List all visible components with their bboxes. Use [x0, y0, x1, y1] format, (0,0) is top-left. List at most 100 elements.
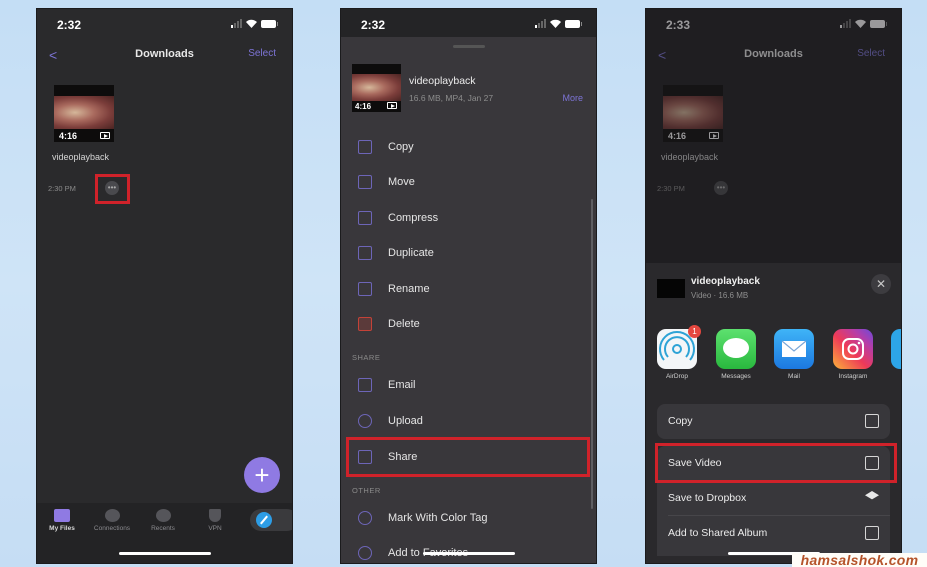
file-meta: 16.6 MB, MP4, Jan 27 [409, 93, 494, 103]
menu-copy[interactable]: Copy [341, 130, 596, 164]
menu-label: Move [388, 176, 415, 188]
menu-rename[interactable]: Rename [341, 272, 596, 306]
tab-bar: My Files Connections Recents VPN [37, 503, 292, 563]
app-label: Mail [788, 373, 800, 380]
add-button[interactable]: + [244, 457, 280, 493]
copy-icon [358, 140, 372, 154]
video-icon [100, 132, 110, 139]
app-label: AirDrop [665, 373, 689, 380]
status-time: 2:32 [361, 18, 386, 32]
status-bar: 2:32 [341, 9, 596, 37]
highlight-box [346, 437, 590, 477]
menu-label: Duplicate [388, 247, 434, 259]
upload-cloud-icon [358, 414, 372, 428]
folder-icon [54, 509, 70, 522]
action-label: Add to Shared Album [668, 527, 768, 539]
tab-vpn[interactable]: VPN [190, 509, 240, 532]
menu-move[interactable]: Move [341, 165, 596, 199]
share-title: videoplayback [691, 276, 760, 287]
phone-screen-share-sheet: 2:33 < Downloads Select 4:16 videoplayba… [645, 8, 902, 564]
battery-icon [565, 19, 582, 28]
wifi-icon [550, 19, 561, 28]
email-icon [358, 378, 372, 392]
status-icons [231, 19, 278, 28]
signal-icon [231, 19, 242, 28]
menu-duplicate[interactable]: Duplicate [341, 236, 596, 270]
highlight-box [655, 443, 897, 483]
scrollbar[interactable] [591, 199, 593, 509]
action-save-dropbox[interactable]: Save to Dropbox [657, 481, 890, 515]
menu-label: Compress [388, 212, 439, 224]
thumbnail-image [352, 73, 401, 102]
shared-album-icon [865, 526, 879, 540]
move-icon [358, 175, 372, 189]
status-bar: 2:33 [646, 9, 901, 41]
sheet-grabber[interactable] [452, 45, 485, 48]
tab-connections[interactable]: Connections [87, 509, 137, 532]
dropbox-icon [865, 491, 879, 500]
app-label: T [890, 373, 901, 380]
app-airdrop[interactable]: 1 AirDrop [656, 325, 701, 380]
close-button[interactable]: ✕ [871, 274, 891, 294]
instagram-icon [833, 329, 873, 369]
tab-label: Connections [93, 525, 131, 532]
menu-upload[interactable]: Upload [341, 404, 596, 438]
signal-icon [535, 19, 546, 28]
airdrop-icon: 1 [657, 325, 701, 369]
action-add-shared-album[interactable]: Add to Shared Album [657, 516, 890, 550]
thumbnail-image [663, 96, 723, 130]
phone-screen-file-options: 2:32 4:16 videoplayback 16.6 MB, MP4, Ja… [340, 8, 597, 564]
status-icons [535, 19, 582, 28]
battery-icon [261, 19, 278, 28]
app-partial[interactable]: T [890, 329, 901, 380]
app-mail[interactable]: Mail [773, 329, 815, 380]
compress-icon [358, 211, 372, 225]
menu-color-tag[interactable]: Mark With Color Tag [341, 501, 596, 535]
select-button[interactable]: Select [248, 48, 276, 59]
battery-icon [870, 19, 887, 28]
clock-icon [155, 509, 171, 522]
menu-add-favorites[interactable]: Add to Favorites [341, 536, 596, 563]
file-time: 2:30 PM [657, 184, 685, 193]
app-label: Messages [721, 373, 751, 380]
more-button[interactable]: More [562, 93, 583, 103]
menu-compress[interactable]: Compress [341, 201, 596, 235]
connections-icon [104, 509, 120, 522]
action-label: Copy [668, 415, 693, 427]
select-button[interactable]: Select [857, 48, 885, 59]
tab-my-files[interactable]: My Files [37, 509, 87, 532]
app-messages[interactable]: Messages [715, 329, 757, 380]
status-bar: 2:32 [37, 9, 292, 41]
video-duration: 4:16 [59, 131, 78, 141]
shield-icon [209, 509, 221, 522]
menu-delete[interactable]: Delete [341, 307, 596, 341]
home-indicator [118, 552, 211, 555]
tab-recents[interactable]: Recents [138, 509, 188, 532]
video-icon [709, 132, 719, 139]
menu-email[interactable]: Email [341, 368, 596, 402]
status-icons [840, 19, 887, 28]
action-copy[interactable]: Copy [657, 404, 890, 438]
browser-button[interactable] [250, 509, 292, 531]
share-thumbnail [657, 279, 685, 298]
file-name: videoplayback [409, 75, 476, 87]
notification-badge: 1 [688, 325, 701, 338]
nav-bar: < Downloads Select [37, 45, 292, 67]
file-name[interactable]: videoplayback [52, 152, 109, 162]
thumbnail-image [54, 96, 114, 130]
duplicate-icon [358, 246, 372, 260]
copy-icon [865, 414, 879, 428]
video-duration: 4:16 [355, 102, 372, 111]
app-instagram[interactable]: Instagram [832, 329, 874, 380]
compass-icon [256, 512, 272, 528]
app-label: Instagram [838, 373, 868, 380]
share-subtitle: Video · 16.6 MB [691, 291, 749, 300]
action-group-copy: Copy [657, 404, 890, 439]
highlight-box [95, 174, 130, 204]
section-other-label: OTHER [352, 486, 381, 495]
video-thumbnail[interactable]: 4:16 [54, 85, 114, 142]
video-icon [387, 102, 397, 109]
trash-icon [358, 317, 372, 331]
menu-label: Rename [388, 283, 430, 295]
tab-label: VPN [208, 525, 222, 532]
